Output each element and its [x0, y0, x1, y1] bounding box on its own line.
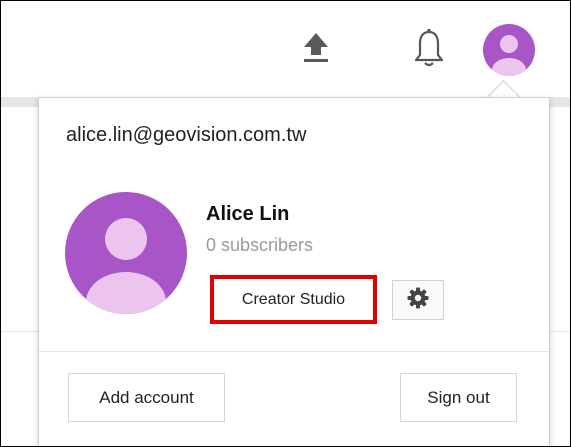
profile-avatar	[65, 192, 187, 314]
account-menu: alice.lin@geovision.com.tw Alice Lin 0 s…	[38, 97, 550, 446]
bell-icon[interactable]	[412, 26, 446, 70]
background-divider	[548, 331, 570, 332]
upload-icon[interactable]	[299, 29, 333, 67]
add-account-button[interactable]: Add account	[68, 373, 225, 422]
background-strip	[548, 97, 570, 107]
gear-icon	[407, 287, 429, 314]
subscriber-count: 0 subscribers	[206, 235, 314, 255]
sign-out-button[interactable]: Sign out	[400, 373, 517, 422]
background-divider	[1, 331, 38, 332]
background-strip	[1, 97, 38, 107]
add-account-label: Add account	[99, 387, 194, 407]
account-email: alice.lin@geovision.com.tw	[66, 124, 307, 146]
creator-studio-label: Creator Studio	[241, 290, 346, 308]
avatar-icon[interactable]	[483, 24, 535, 76]
menu-divider	[39, 351, 549, 352]
creator-studio-button[interactable]: Creator Studio	[210, 275, 377, 324]
settings-button[interactable]	[392, 280, 444, 320]
channel-name: Alice Lin	[206, 203, 290, 225]
top-bar	[1, 1, 570, 95]
sign-out-label: Sign out	[427, 387, 490, 407]
screenshot-frame: alice.lin@geovision.com.tw Alice Lin 0 s…	[0, 0, 571, 447]
